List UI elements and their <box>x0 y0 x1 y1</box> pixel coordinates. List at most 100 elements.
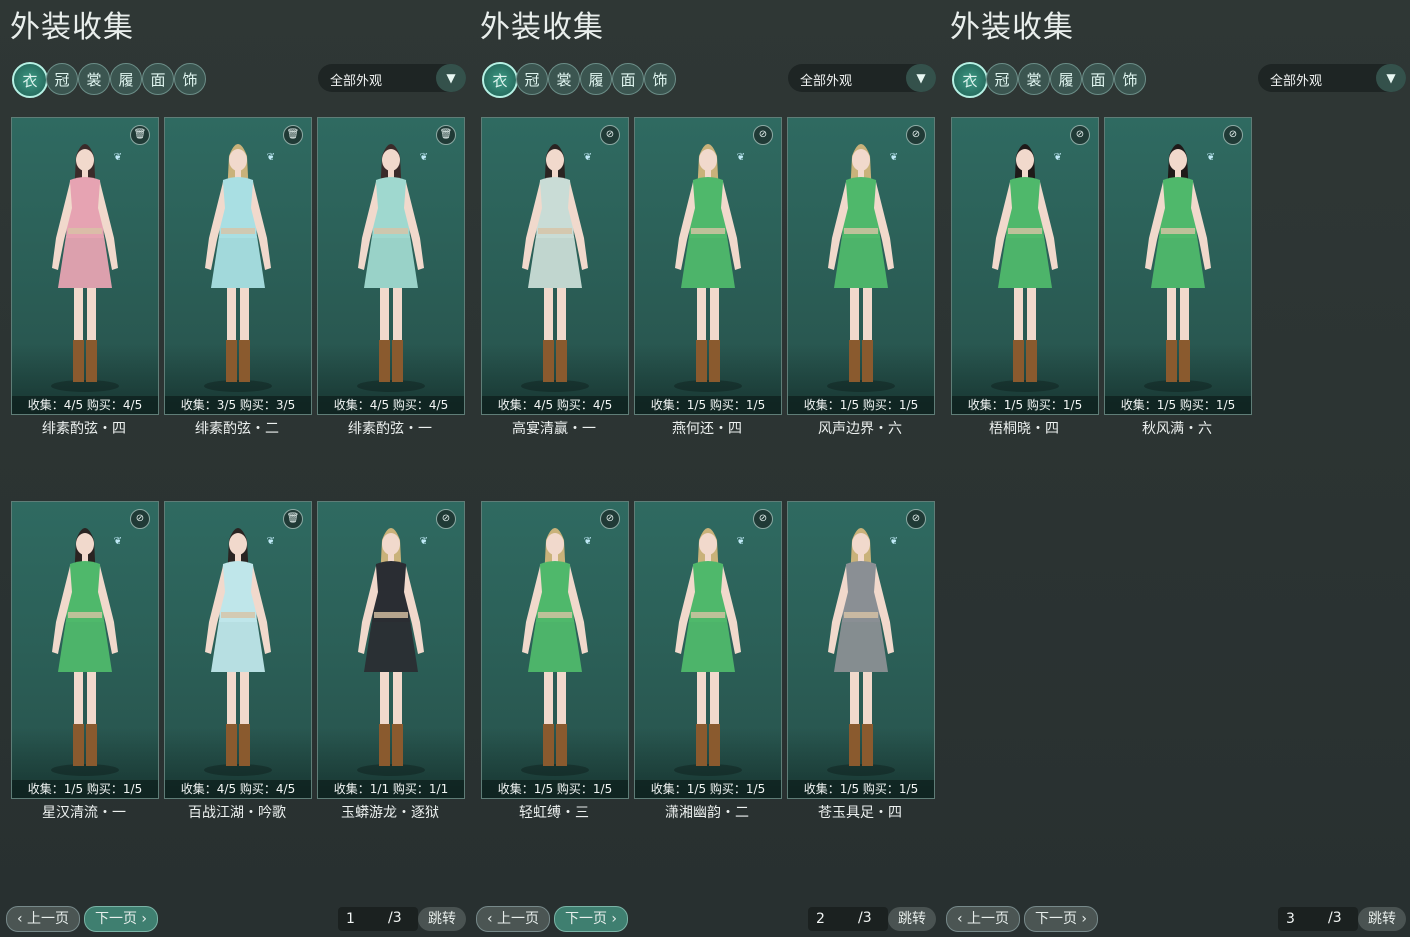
collection-panel-2: 外装收集衣冠裳履面饰 全部外观 ▼ ⊘ ❦ 收集：4/5 购买：4/5 高宴清赢・一 ⊘ ❦ 收集… <box>470 0 940 937</box>
next-page-button[interactable]: 下一页 › <box>554 906 628 932</box>
character-model <box>357 528 425 776</box>
chevron-down-icon[interactable]: ▼ <box>1376 64 1406 92</box>
outfit-name: 秋风满・六 <box>1142 421 1212 437</box>
outfit-card[interactable]: 🗑 ❦ 收集：3/5 购买：3/5 <box>164 117 312 415</box>
lock-icon[interactable]: ⊘ <box>436 509 456 529</box>
outfit-card[interactable]: ⊘ ❦ 收集：4/5 购买：4/5 <box>481 117 629 415</box>
filter-dropdown[interactable]: 全部外观 ▼ <box>1258 64 1406 92</box>
lock-icon[interactable]: ⊘ <box>600 125 620 145</box>
outfit-name: 轻虹缚・三 <box>519 805 589 821</box>
character-model <box>674 144 742 392</box>
outfit-name: 高宴清赢・一 <box>512 421 596 437</box>
butterfly-icon: ❦ <box>419 536 428 547</box>
lock-icon[interactable]: ⊘ <box>130 509 150 529</box>
character-model <box>827 528 895 776</box>
character-model <box>674 528 742 776</box>
outfit-card[interactable]: ⊘ ❦ 收集：1/5 购买：1/5 <box>634 501 782 799</box>
butterfly-icon: ❦ <box>583 536 592 547</box>
outfit-card[interactable]: ⊘ ❦ 收集：1/5 购买：1/5 <box>481 501 629 799</box>
lock-icon[interactable]: ⊘ <box>753 125 773 145</box>
chevron-down-icon[interactable]: ▼ <box>906 64 936 92</box>
outfit-card[interactable]: 🗑 ❦ 收集：4/5 购买：4/5 <box>164 501 312 799</box>
filter-label: 全部外观 <box>800 74 853 89</box>
outfit-card[interactable]: ⊘ ❦ 收集：1/5 购买：1/5 <box>11 501 159 799</box>
chevron-down-icon[interactable]: ▼ <box>436 64 466 92</box>
prev-page-button[interactable]: ‹ 上一页 <box>476 906 550 932</box>
outfit-card[interactable]: ⊘ ❦ 收集：1/5 购买：1/5 <box>787 117 935 415</box>
jump-button[interactable]: 跳转 <box>1358 907 1406 931</box>
mask-icon[interactable]: 面 <box>1082 63 1114 95</box>
page-title: 外装收集 <box>10 10 134 45</box>
lock-icon[interactable]: ⊘ <box>1223 125 1243 145</box>
lock-icon[interactable]: ⊘ <box>906 125 926 145</box>
trash-icon[interactable]: 🗑 <box>283 509 303 529</box>
lock-icon[interactable]: ⊘ <box>906 509 926 529</box>
collect-stats: 收集：3/5 购买：3/5 <box>165 396 311 414</box>
page-input[interactable]: 1/3 <box>338 907 418 931</box>
butterfly-icon: ❦ <box>266 536 275 547</box>
accessory-icon[interactable]: 饰 <box>1114 63 1146 95</box>
butterfly-icon: ❦ <box>266 152 275 163</box>
trash-icon[interactable]: 🗑 <box>130 125 150 145</box>
filter-dropdown[interactable]: 全部外观 ▼ <box>318 64 466 92</box>
character-model <box>521 528 589 776</box>
trash-icon[interactable]: 🗑 <box>436 125 456 145</box>
shoes-icon[interactable]: 履 <box>580 63 612 95</box>
next-page-button[interactable]: 下一页 › <box>84 906 158 932</box>
butterfly-icon: ❦ <box>1053 152 1062 163</box>
collect-stats: 收集：1/5 购买：1/5 <box>952 396 1098 414</box>
lock-icon[interactable]: ⊘ <box>1070 125 1090 145</box>
total-pages: /3 <box>858 910 872 926</box>
outfit-card[interactable]: ⊘ ❦ 收集：1/1 购买：1/1 <box>317 501 465 799</box>
outfit-card[interactable]: 🗑 ❦ 收集：4/5 购买：4/5 <box>317 117 465 415</box>
trash-icon[interactable]: 🗑 <box>283 125 303 145</box>
outfit-name: 玉蟒游龙・逐狱 <box>341 805 439 821</box>
accessory-icon[interactable]: 饰 <box>174 63 206 95</box>
outfit-card[interactable]: ⊘ ❦ 收集：1/5 购买：1/5 <box>787 501 935 799</box>
headwear-icon[interactable]: 冠 <box>46 63 78 95</box>
outfit-card[interactable]: ⊘ ❦ 收集：1/5 购买：1/5 <box>634 117 782 415</box>
page-input[interactable]: 3/3 <box>1278 907 1358 931</box>
outfit-icon[interactable]: 衣 <box>482 62 518 98</box>
outfit-icon[interactable]: 衣 <box>12 62 48 98</box>
shoes-icon[interactable]: 履 <box>110 63 142 95</box>
total-pages: /3 <box>1328 910 1342 926</box>
current-page: 2 <box>816 911 825 927</box>
character-model <box>357 144 425 392</box>
outfit-icon[interactable]: 衣 <box>952 62 988 98</box>
collect-stats: 收集：1/5 购买：1/5 <box>1105 396 1251 414</box>
outfit-name: 星汉清流・一 <box>42 805 126 821</box>
shoes-icon[interactable]: 履 <box>1050 63 1082 95</box>
character-model <box>827 144 895 392</box>
filter-dropdown[interactable]: 全部外观 ▼ <box>788 64 936 92</box>
outfit-card[interactable]: 🗑 ❦ 收集：4/5 购买：4/5 <box>11 117 159 415</box>
top-icon[interactable]: 裳 <box>548 63 580 95</box>
butterfly-icon: ❦ <box>583 152 592 163</box>
page-input[interactable]: 2/3 <box>808 907 888 931</box>
outfit-card[interactable]: ⊘ ❦ 收集：1/5 购买：1/5 <box>951 117 1099 415</box>
mask-icon[interactable]: 面 <box>612 63 644 95</box>
next-page-button[interactable]: 下一页 › <box>1024 906 1098 932</box>
page-title: 外装收集 <box>950 10 1074 45</box>
mask-icon[interactable]: 面 <box>142 63 174 95</box>
outfit-card[interactable]: ⊘ ❦ 收集：1/5 购买：1/5 <box>1104 117 1252 415</box>
page-title: 外装收集 <box>480 10 604 45</box>
character-model <box>204 528 272 776</box>
prev-page-button[interactable]: ‹ 上一页 <box>6 906 80 932</box>
prev-page-button[interactable]: ‹ 上一页 <box>946 906 1020 932</box>
butterfly-icon: ❦ <box>419 152 428 163</box>
accessory-icon[interactable]: 饰 <box>644 63 676 95</box>
collect-stats: 收集：1/5 购买：1/5 <box>788 396 934 414</box>
lock-icon[interactable]: ⊘ <box>753 509 773 529</box>
lock-icon[interactable]: ⊘ <box>600 509 620 529</box>
top-icon[interactable]: 裳 <box>78 63 110 95</box>
character-model <box>1144 144 1212 392</box>
jump-button[interactable]: 跳转 <box>888 907 936 931</box>
top-icon[interactable]: 裳 <box>1018 63 1050 95</box>
outfit-name: 绯素酌弦・四 <box>42 421 126 437</box>
headwear-icon[interactable]: 冠 <box>986 63 1018 95</box>
jump-button[interactable]: 跳转 <box>418 907 466 931</box>
collect-stats: 收集：1/5 购买：1/5 <box>482 780 628 798</box>
headwear-icon[interactable]: 冠 <box>516 63 548 95</box>
filter-label: 全部外观 <box>1270 74 1323 89</box>
